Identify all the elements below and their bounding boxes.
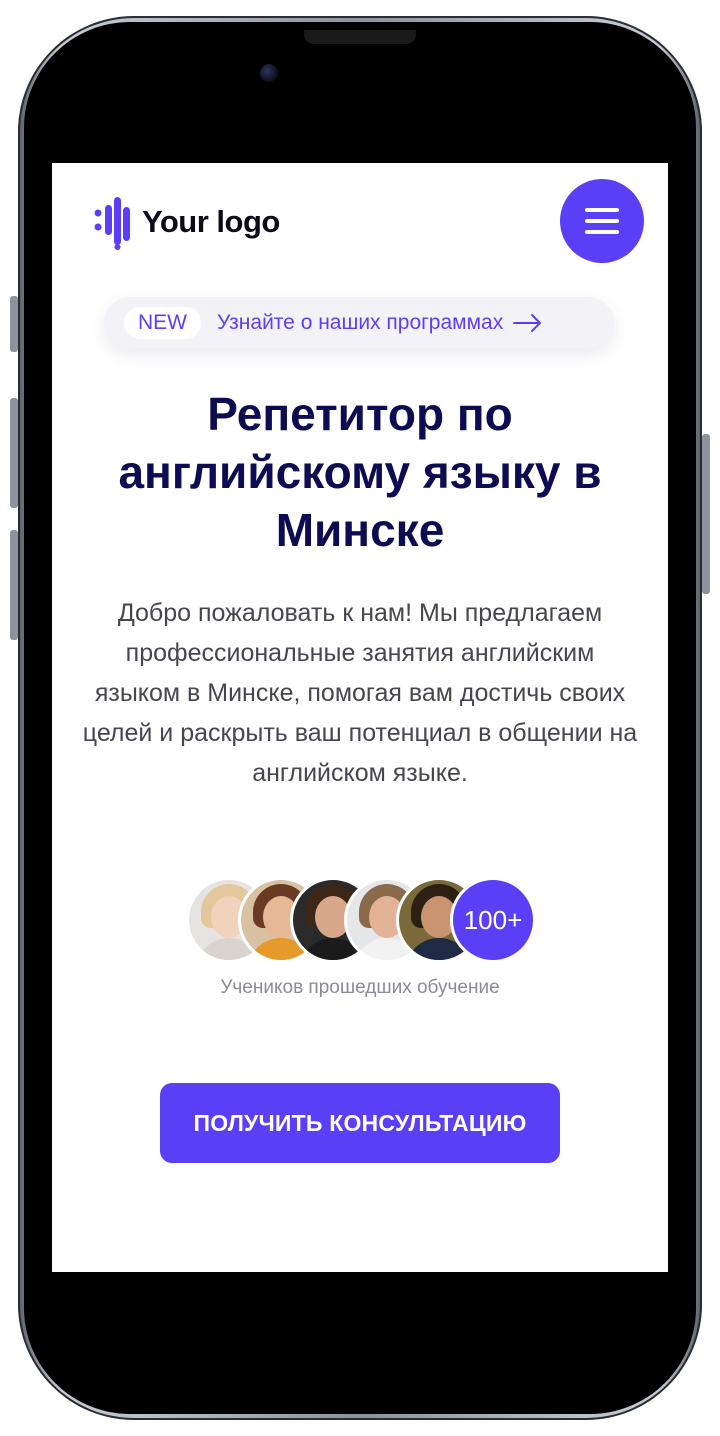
hero-description: Добро пожаловать к нам! Мы предлагаем пр… bbox=[82, 599, 638, 787]
logo-text: Your logo bbox=[142, 204, 280, 239]
front-camera bbox=[260, 64, 278, 82]
arrow-right-icon bbox=[513, 314, 542, 332]
logo-mark-icon bbox=[94, 197, 130, 250]
student-avatars: 100+ bbox=[186, 877, 536, 963]
menu-button[interactable] bbox=[560, 179, 644, 263]
phone-silent-switch bbox=[10, 296, 18, 352]
students-count-badge: 100+ bbox=[450, 877, 536, 963]
phone-power-button bbox=[702, 434, 710, 594]
phone-volume-down-button bbox=[10, 530, 18, 640]
promo-link[interactable]: NEW Узнайте о наших программах bbox=[104, 297, 614, 349]
hamburger-menu-icon bbox=[585, 208, 619, 212]
promo-link-text: Узнайте о наших программах bbox=[217, 311, 504, 334]
get-consultation-button[interactable]: ПОЛУЧИТЬ КОНСУЛЬТАЦИЮ bbox=[160, 1083, 560, 1163]
logo[interactable]: Your logo bbox=[94, 193, 280, 251]
students-caption: Учеников прошедших обучение bbox=[220, 977, 500, 998]
phone-screen: Your logo NEW Узнайте о наших программах… bbox=[52, 163, 668, 1272]
phone-volume-up-button bbox=[10, 398, 18, 508]
site-header: Your logo bbox=[52, 163, 668, 283]
phone-speaker bbox=[304, 30, 416, 44]
page-title: Репетитор по английскому языку в Минске bbox=[118, 388, 602, 556]
new-badge: NEW bbox=[124, 307, 201, 339]
